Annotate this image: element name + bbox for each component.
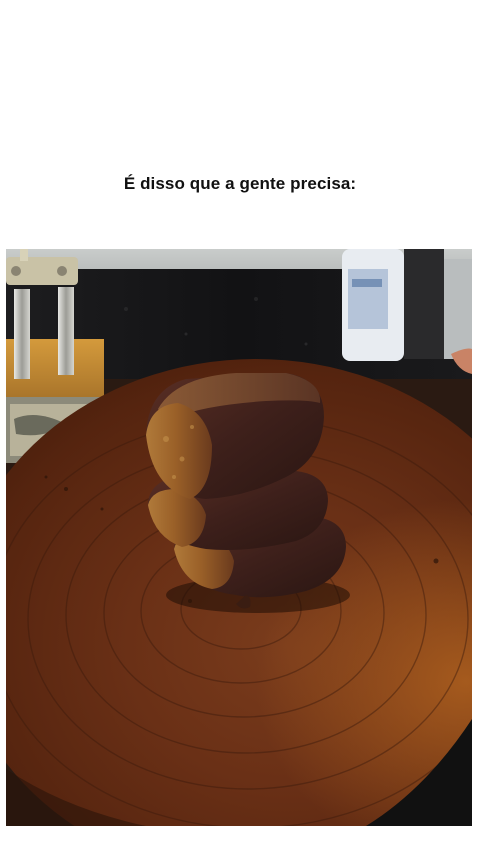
bottle <box>342 249 472 374</box>
post-caption: É disso que a gente precisa: <box>123 174 357 193</box>
post-photo[interactable] <box>6 249 472 826</box>
steak-photo-illustration <box>6 249 472 826</box>
post-page: É disso que a gente precisa: <box>0 0 480 854</box>
